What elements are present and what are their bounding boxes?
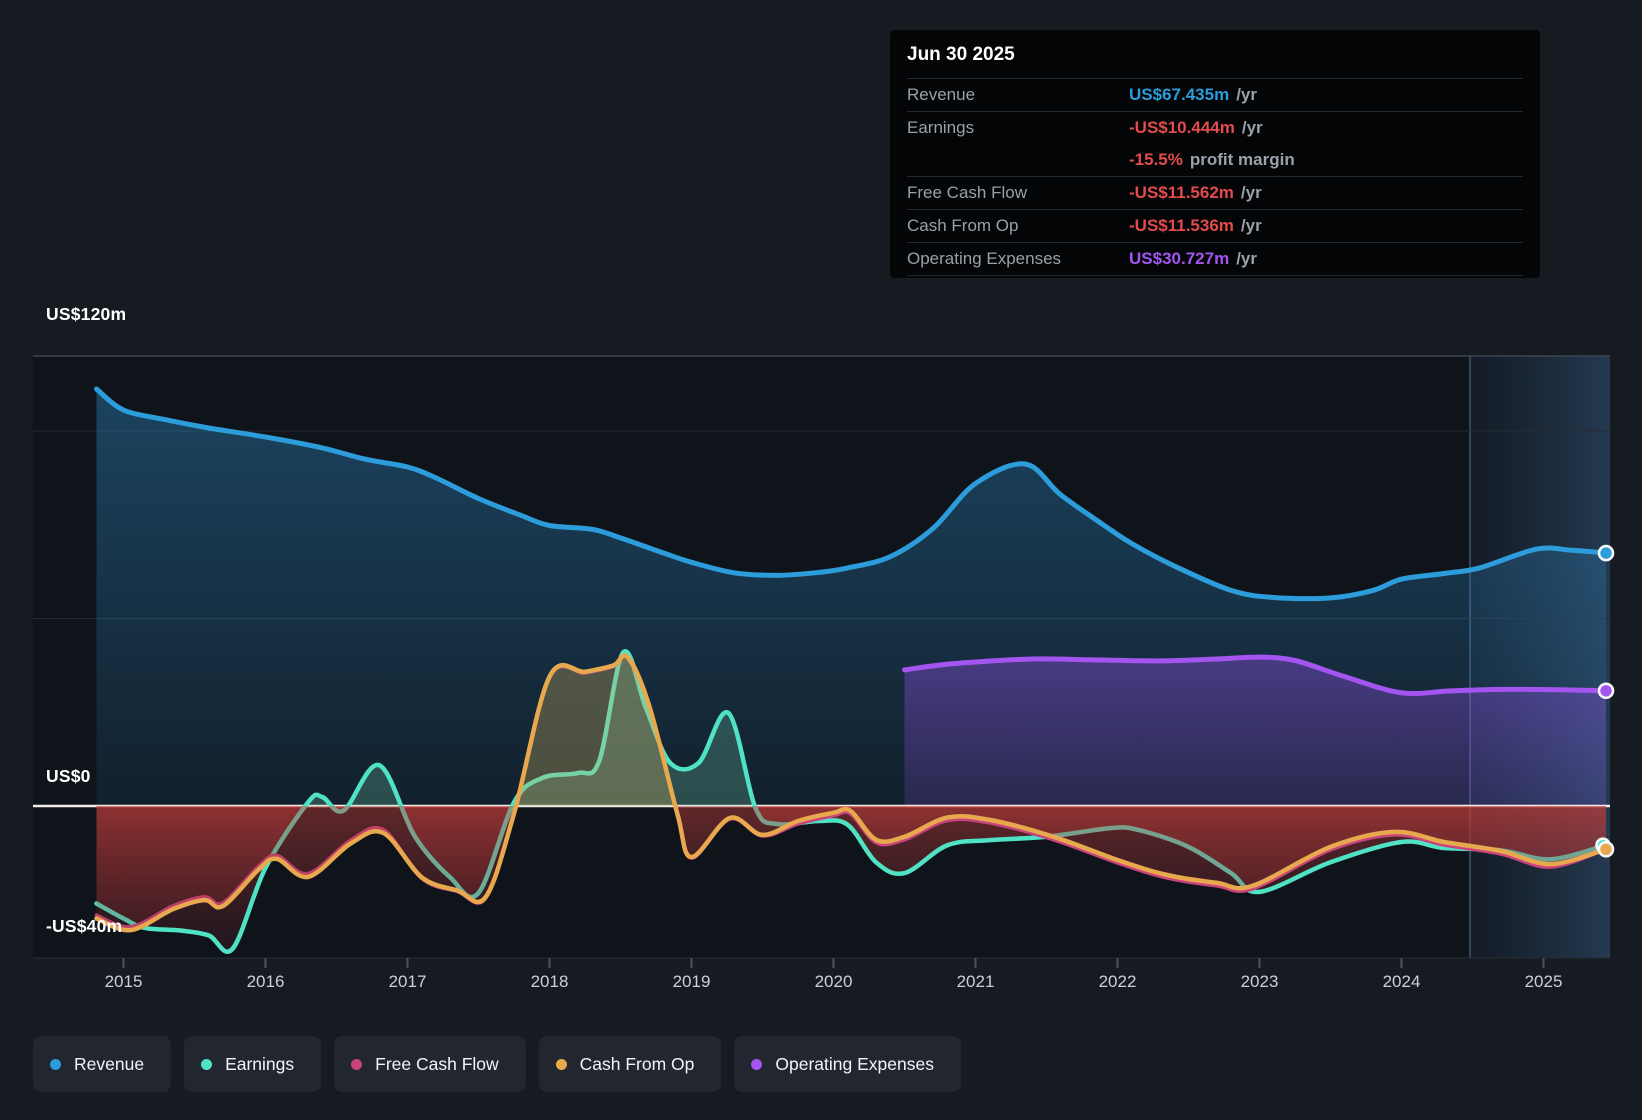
legend-label: Cash From Op	[579, 1053, 695, 1074]
legend-dot-icon	[50, 1058, 61, 1070]
x-axis-label-2020: 2020	[814, 972, 853, 991]
x-axis-label-2016: 2016	[246, 972, 285, 991]
legend-chip-operating-expenses[interactable]: Operating Expenses	[734, 1036, 961, 1092]
x-axis-label-2023: 2023	[1240, 972, 1279, 991]
legend-dot-icon	[201, 1058, 213, 1070]
tooltip-row: -15.5% profit margin	[907, 144, 1523, 177]
chart-tooltip: Jun 30 2025 Revenue US$67.435m/yr Earnings…	[890, 30, 1540, 278]
x-axis-label-2017: 2017	[388, 972, 427, 991]
tooltip-row-value: US$67.435m	[1129, 85, 1230, 104]
tooltip-row: Operating Expenses US$30.727m/yr	[907, 243, 1523, 276]
earnings-revenue-chart[interactable]: US$120m US$0 -US$40m 2015 2016 2017 2018 201…	[0, 0, 1642, 1120]
tooltip-row-suffix: profit margin	[1189, 150, 1295, 169]
tooltip-row: Free Cash Flow -US$11.562m/yr	[907, 177, 1523, 210]
y-axis-label-bottom: -US$40m	[46, 916, 123, 936]
legend-chip-revenue[interactable]: Revenue	[33, 1036, 172, 1092]
tooltip-row-value: -US$11.562m	[1129, 183, 1234, 202]
legend-label: Revenue	[74, 1053, 145, 1074]
tooltip-row-value: -US$10.444m	[1129, 118, 1235, 137]
y-axis-label-zero: US$0	[46, 766, 91, 786]
x-axis-label-2021: 2021	[956, 972, 995, 991]
tooltip-row: Earnings -US$10.444m/yr	[907, 112, 1523, 144]
legend-chip-earnings[interactable]: Earnings	[184, 1036, 322, 1092]
tooltip-row-value: -15.5%	[1129, 150, 1183, 169]
tooltip-row-value: US$30.727m	[1129, 249, 1230, 268]
legend-dot-icon	[751, 1058, 763, 1070]
legend-chip-cash-from-op[interactable]: Cash From Op	[538, 1036, 722, 1092]
tooltip-row-suffix: /yr	[1240, 183, 1262, 202]
legend-label: Earnings	[225, 1053, 295, 1074]
legend-label: Operating Expenses	[775, 1053, 934, 1074]
x-axis-label-2025: 2025	[1524, 972, 1563, 991]
x-axis-label-2018: 2018	[530, 972, 569, 991]
tooltip-row-suffix: /yr	[1236, 85, 1257, 104]
tooltip-row-value: -US$11.536m	[1129, 216, 1234, 235]
legend-dot-icon	[555, 1058, 567, 1070]
tooltip-row-label: Revenue	[907, 85, 976, 104]
legend-label: Free Cash Flow	[375, 1053, 499, 1074]
tooltip-row: Revenue US$67.435m/yr	[907, 79, 1523, 112]
x-axis-label-2022: 2022	[1098, 972, 1137, 991]
tooltip-row-suffix: /yr	[1240, 216, 1262, 235]
tooltip-row-label: Operating Expenses	[907, 249, 1062, 268]
tooltip-row-label: Earnings	[907, 118, 975, 137]
x-axis-label-2024: 2024	[1382, 972, 1421, 991]
tooltip-date: Jun 30 2025	[907, 30, 1523, 79]
x-axis-label-2015: 2015	[104, 972, 143, 991]
legend-chip-free-cash-flow[interactable]: Free Cash Flow	[334, 1036, 526, 1092]
chart-legend: Revenue Earnings Free Cash Flow Cash From O…	[33, 1036, 961, 1092]
tooltip-row-label: Cash From Op	[907, 216, 1019, 235]
tooltip-row-label: Free Cash Flow	[907, 183, 1027, 202]
legend-dot-icon	[351, 1058, 363, 1070]
tooltip-row-suffix: /yr	[1241, 118, 1263, 137]
tooltip-row: Cash From Op -US$11.536m/yr	[907, 210, 1523, 243]
y-axis-label-top: US$120m	[46, 304, 127, 324]
x-axis-label-2019: 2019	[672, 972, 711, 991]
tooltip-row-suffix: /yr	[1236, 249, 1257, 268]
